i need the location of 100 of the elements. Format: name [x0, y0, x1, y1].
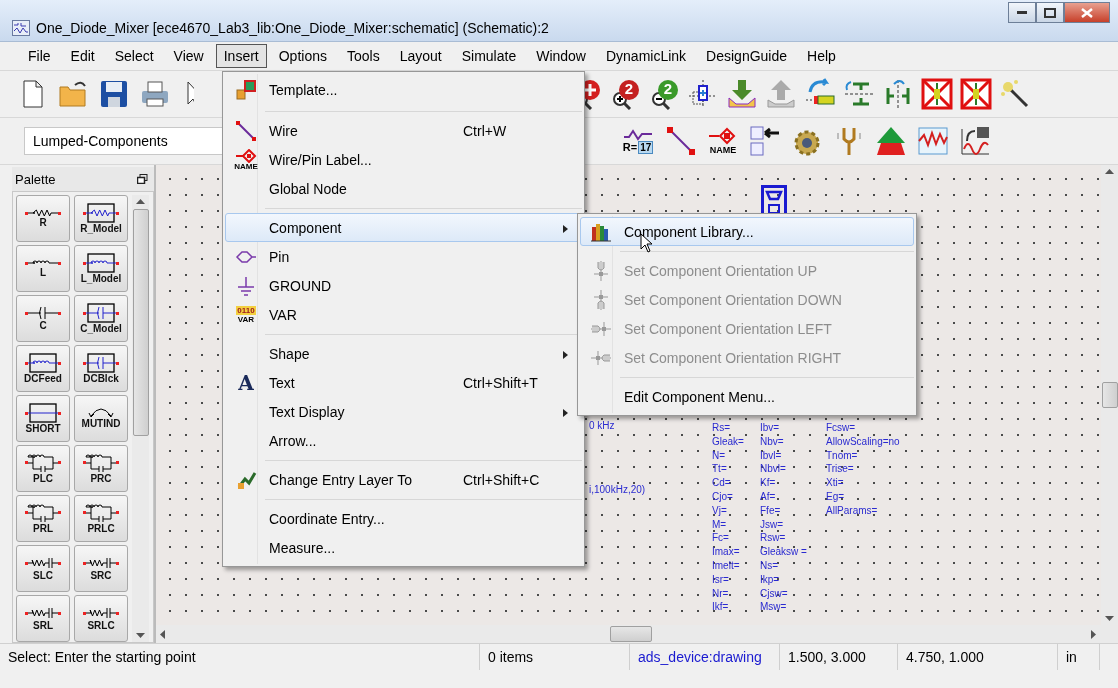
parameter-text: Ibv= — [760, 421, 781, 435]
component-tile[interactable]: R — [16, 195, 70, 242]
parameter-text: Isr= — [712, 572, 730, 587]
graph-icon[interactable] — [917, 125, 949, 157]
maximize-icon — [1044, 7, 1056, 18]
canvas-text: i,100kHz,20) — [589, 484, 646, 495]
parameter-text: Imax= — [712, 545, 741, 559]
wire-icon[interactable] — [665, 125, 697, 157]
menu-item[interactable]: Component Library... — [580, 217, 914, 246]
component-tile[interactable]: SRL — [16, 595, 70, 642]
status-text: 4.750, 1.000 — [898, 644, 1058, 670]
copy-schematic-icon[interactable] — [749, 125, 781, 157]
menu-item[interactable]: Global Node — [225, 174, 582, 203]
status-text: in — [1058, 644, 1100, 670]
parameter-text: M= — [712, 517, 728, 532]
component-tile[interactable]: SRLC — [74, 595, 128, 642]
schematic-app-icon — [12, 19, 30, 36]
parameter-text: Af= — [760, 490, 777, 504]
component-tile[interactable]: MUTIND — [74, 395, 128, 442]
menu-item[interactable]: Measure... — [225, 533, 582, 562]
magic-wand-icon[interactable] — [999, 78, 1031, 110]
submenu-arrow-icon — [563, 224, 568, 233]
menu-item[interactable]: Coordinate Entry... — [225, 504, 582, 533]
parameter-text: Trise= — [826, 462, 855, 477]
parameter-text: Ikp= — [760, 572, 781, 587]
parameter-text: Tnom= — [826, 448, 859, 463]
menu-bar-item[interactable]: Insert — [215, 44, 267, 68]
parameter-text: Rsw= — [760, 531, 787, 546]
component-tile[interactable]: C — [16, 295, 70, 342]
menu-bar-item[interactable]: DesignGuide — [698, 44, 796, 68]
menu-bar-item[interactable]: Window — [528, 44, 594, 68]
parameter-text: Xti= — [826, 476, 845, 490]
parameter-text: AllParams= — [826, 503, 879, 518]
submenu-arrow-icon — [563, 350, 568, 359]
parameter-text: Cjo= — [712, 490, 734, 504]
parameter-text: Jsw= — [760, 517, 785, 532]
menu-bar-item[interactable]: DynamicLink — [597, 44, 695, 68]
save-icon[interactable] — [98, 78, 130, 110]
menu-item[interactable]: Arrow... — [225, 426, 582, 455]
maximize-button[interactable] — [1036, 2, 1064, 23]
scrollbar-thumb[interactable] — [132, 209, 149, 436]
component-tile[interactable]: DCBlck — [74, 345, 128, 392]
parameter-text: Vj= — [712, 503, 728, 518]
push-down-icon[interactable] — [726, 78, 758, 110]
component-tile[interactable]: PRC — [74, 445, 128, 492]
component-tile[interactable]: PRLC — [74, 495, 128, 542]
component-tile[interactable]: L — [16, 245, 70, 292]
parameter-text: Cjsw= — [760, 586, 789, 601]
menu-bar-item[interactable]: Select — [106, 44, 162, 68]
menu-item[interactable]: Change Entry Layer To Ctrl+Shift+C — [225, 465, 582, 494]
component-tile[interactable]: SRC — [74, 545, 128, 592]
parameter-text: Nbv= — [760, 434, 785, 449]
parameter-text: Ibvl= — [760, 448, 783, 463]
menu-item[interactable]: Edit Component Menu... — [580, 382, 914, 411]
submenu-arrow-icon — [563, 408, 568, 417]
parameter-text: Imelt= — [712, 558, 741, 573]
layer-indicator: ads_device:drawing — [630, 644, 780, 670]
deactivate-short-icon[interactable] — [960, 78, 992, 110]
component-tile[interactable]: PRL — [16, 495, 70, 542]
wire-icon — [235, 119, 257, 142]
component-tile[interactable]: L_Model — [74, 245, 128, 292]
printer-icon[interactable] — [139, 78, 171, 110]
palette-title: Palette — [15, 171, 56, 187]
component-tile[interactable]: PLC — [16, 445, 70, 492]
ground-icon — [235, 274, 257, 297]
window-title: One_Diode_Mixer [ece4670_Lab3_lib:One_Diode_Mixer:schematic] (Schematic):2 — [36, 19, 550, 36]
parameter-text: Tt= — [712, 462, 728, 477]
graph-save-icon[interactable] — [959, 125, 991, 157]
parameter-text: Ffe= — [760, 503, 782, 518]
component-tile[interactable]: SHORT — [16, 395, 70, 442]
menu-bar-item[interactable]: Simulate — [453, 44, 525, 68]
up-arrow-icon[interactable] — [875, 125, 907, 157]
close-icon — [1081, 7, 1093, 18]
parameter-text: Gleak= — [712, 434, 744, 449]
parameter-text: Gleaksw = — [760, 545, 807, 559]
parameter-text: AllowScaling=no — [826, 434, 900, 449]
component-tile[interactable]: R_Model — [74, 195, 128, 242]
close-button[interactable] — [1064, 2, 1110, 23]
menu-item[interactable]: Template... — [225, 74, 582, 106]
parameter-text: N= — [712, 448, 727, 463]
scrollbar-thumb[interactable] — [610, 626, 652, 642]
restore-icon[interactable] — [137, 174, 148, 184]
component-tile[interactable]: DCFeed — [16, 345, 70, 392]
deactivate-icon[interactable] — [921, 78, 953, 110]
parameter-text: Kf= — [760, 476, 777, 490]
menu-bar-item[interactable]: Edit — [62, 44, 103, 68]
scrollbar-thumb[interactable] — [1101, 382, 1118, 408]
parameter-text: Nr= — [712, 586, 730, 601]
parameter-text: Ikf= — [712, 600, 730, 615]
component-tile[interactable]: SLC — [16, 545, 70, 592]
component-tile[interactable]: C_Model — [74, 295, 128, 342]
parameter-text: Cd= — [712, 476, 732, 490]
menu-bar-item[interactable]: Help — [799, 44, 844, 68]
menu-bar-item[interactable]: File — [20, 44, 59, 68]
menu-bar-item[interactable]: Options — [270, 44, 335, 68]
menu-bar-item[interactable]: View — [165, 44, 212, 68]
menu-bar-item[interactable]: Tools — [338, 44, 388, 68]
menu-bar-item[interactable]: Layout — [391, 44, 450, 68]
status-text: 0 items — [480, 644, 630, 670]
minimize-button[interactable] — [1008, 2, 1036, 23]
